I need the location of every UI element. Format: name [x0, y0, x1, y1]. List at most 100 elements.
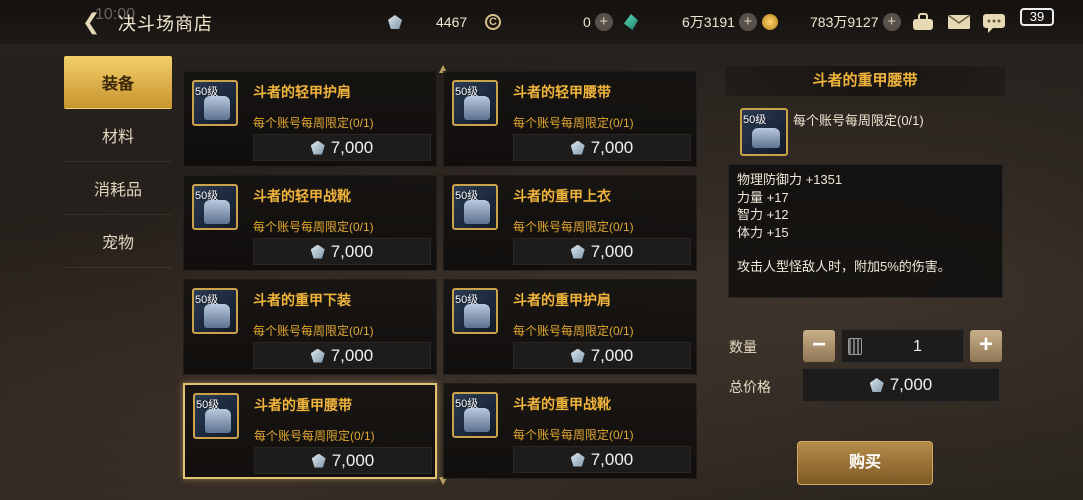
item-limit: 每个账号每周限定(0/1) — [253, 220, 374, 234]
item-name: 斗者的轻甲战靴 — [253, 188, 351, 204]
shop-item-card[interactable]: 50级 斗者的重甲上衣每个账号每周限定(0/1) 7,000 — [443, 175, 697, 271]
armor-icon — [464, 304, 490, 328]
add-currency-button[interactable]: + — [882, 13, 901, 31]
armor-icon — [464, 200, 490, 224]
item-limit: 每个账号每周限定(0/1) — [513, 116, 634, 130]
detail-stats[interactable]: 物理防御力 +1351 力量 +17 智力 +12 体力 +15 攻击人型怪敌人… — [728, 164, 1003, 298]
detail-title: 斗者的重甲腰带 — [725, 66, 1005, 96]
quantity-value: 1 — [913, 338, 922, 355]
armor-icon — [464, 96, 490, 120]
currency-value: 6万3191 — [682, 14, 735, 30]
shop-item-card[interactable]: 50级 斗者的重甲腰带每个账号每周限定(0/1) 7,000 — [183, 383, 437, 479]
back-button[interactable]: ❮ — [82, 10, 106, 34]
gem-icon — [310, 244, 325, 259]
quantity-input[interactable]: 1 — [841, 329, 964, 363]
shop-item-card[interactable]: 50级 斗者的轻甲战靴每个账号每周限定(0/1) 7,000 — [183, 175, 437, 271]
shop-item-card[interactable]: 50级 斗者的轻甲护肩每个账号每周限定(0/1) 7,000 — [183, 71, 437, 167]
item-limit: 每个账号每周限定(0/1) — [513, 324, 634, 338]
item-price-value: 7,000 — [331, 450, 375, 470]
item-icon: 50级 — [192, 80, 238, 126]
currency-coin: C 0 + — [485, 11, 613, 33]
item-name: 斗者的重甲腰带 — [254, 397, 352, 413]
stat-line: 体力 +15 — [737, 224, 789, 240]
stat-line: 物理防御力 +1351 — [737, 172, 843, 187]
total-price-value: 7,000 — [889, 375, 933, 394]
total-price: 7,000 — [802, 368, 1000, 402]
item-icon: 50级 — [452, 392, 498, 438]
gold-icon — [762, 14, 778, 30]
armor-icon — [464, 408, 490, 432]
item-icon: 50级 — [452, 80, 498, 126]
item-price-value: 7,000 — [590, 449, 634, 469]
stat-line: 智力 +12 — [737, 207, 789, 222]
sidebar-item-consumables[interactable]: 消耗品 — [64, 162, 172, 215]
sidebar-item-materials[interactable]: 材料 — [64, 109, 172, 162]
item-limit: 每个账号每周限定(0/1) — [253, 116, 374, 130]
armor-icon — [204, 96, 230, 120]
gem-icon — [570, 140, 585, 155]
currency-crystal: 6万3191 + — [624, 11, 757, 33]
item-limit: 每个账号每周限定(0/1) — [254, 429, 375, 443]
item-icon: 50级 — [452, 184, 498, 230]
crystal-icon — [624, 14, 638, 30]
buy-button[interactable]: 购买 — [797, 441, 933, 485]
add-currency-button[interactable]: + — [594, 13, 613, 31]
item-name: 斗者的轻甲腰带 — [513, 84, 611, 100]
armor-icon — [205, 409, 231, 433]
item-limit: 每个账号每周限定(0/1) — [513, 220, 634, 234]
total-price-label: 总价格 — [729, 379, 771, 395]
item-icon: 50级 — [452, 288, 498, 334]
increase-quantity-button[interactable]: + — [970, 330, 1002, 362]
item-name: 斗者的重甲上衣 — [513, 188, 611, 204]
item-icon: 50级 — [192, 184, 238, 230]
gem-icon — [869, 378, 884, 392]
currency-value: 4467 — [436, 14, 468, 30]
sidebar-item-equipment[interactable]: 装备 — [64, 56, 172, 109]
add-currency-button[interactable]: + — [738, 13, 757, 31]
item-price: 7,000 — [253, 238, 431, 265]
detail-level: 50级 — [743, 114, 767, 126]
armor-icon — [204, 200, 230, 224]
bag-icon[interactable] — [911, 12, 935, 32]
gem-icon — [310, 140, 325, 155]
item-name: 斗者的重甲战靴 — [513, 396, 611, 412]
shop-item-card[interactable]: 50级 斗者的重甲下装 每个账号每周限定(0/1) 7,000 — [183, 279, 437, 375]
item-name: 斗者的轻甲护肩 — [253, 84, 351, 100]
belt-icon — [752, 128, 780, 148]
item-name: 斗者的重甲下装 — [253, 292, 351, 308]
effect-line: 攻击人型怪敌人时，附加5%的伤害。 — [737, 259, 951, 274]
shop-item-card[interactable]: 50级 斗者的重甲护肩 每个账号每周限定(0/1) 7,000 — [443, 279, 697, 375]
currency-value: 783万9127 — [810, 14, 879, 30]
shop-item-card[interactable]: 50级 斗者的重甲战靴 每个账号每周限定(0/1) 7,000 — [443, 383, 697, 479]
sidebar-item-pets[interactable]: 宠物 — [64, 215, 172, 268]
stat-line: 力量 +17 — [737, 189, 789, 205]
quantity-label: 数量 — [729, 339, 757, 355]
gem-icon — [570, 452, 585, 467]
mail-icon[interactable] — [947, 12, 971, 32]
gem-icon — [388, 15, 402, 29]
gem-icon — [570, 348, 585, 363]
item-price: 7,000 — [513, 446, 691, 473]
gem-icon — [311, 453, 326, 468]
item-price-value: 7,000 — [330, 137, 374, 157]
item-price: 7,000 — [513, 342, 691, 369]
chat-icon[interactable] — [982, 12, 1006, 33]
detail-limit: 每个账号每周限定(0/1) — [793, 113, 924, 128]
coin-icon: C — [485, 14, 501, 30]
category-sidebar: 装备 材料 消耗品 宠物 — [64, 56, 172, 268]
item-price-value: 7,000 — [590, 241, 634, 261]
item-price-value: 7,000 — [590, 345, 634, 365]
page-title: 决斗场商店 — [118, 14, 213, 34]
item-icon: 50级 — [192, 288, 238, 334]
item-price: 7,000 — [253, 342, 431, 369]
gem-icon — [310, 348, 325, 363]
currency-value: 0 — [583, 14, 591, 30]
battery-indicator: 39 — [1020, 8, 1054, 26]
decrease-quantity-button[interactable]: − — [803, 330, 835, 362]
currency-gold: 783万9127 + — [762, 11, 901, 33]
shop-item-card[interactable]: 50级 斗者的轻甲腰带每个账号每周限定(0/1) 7,000 — [443, 71, 697, 167]
armor-icon — [204, 304, 230, 328]
item-icon: 50级 — [193, 393, 239, 439]
item-price: 7,000 — [513, 134, 691, 161]
item-price-value: 7,000 — [330, 345, 374, 365]
